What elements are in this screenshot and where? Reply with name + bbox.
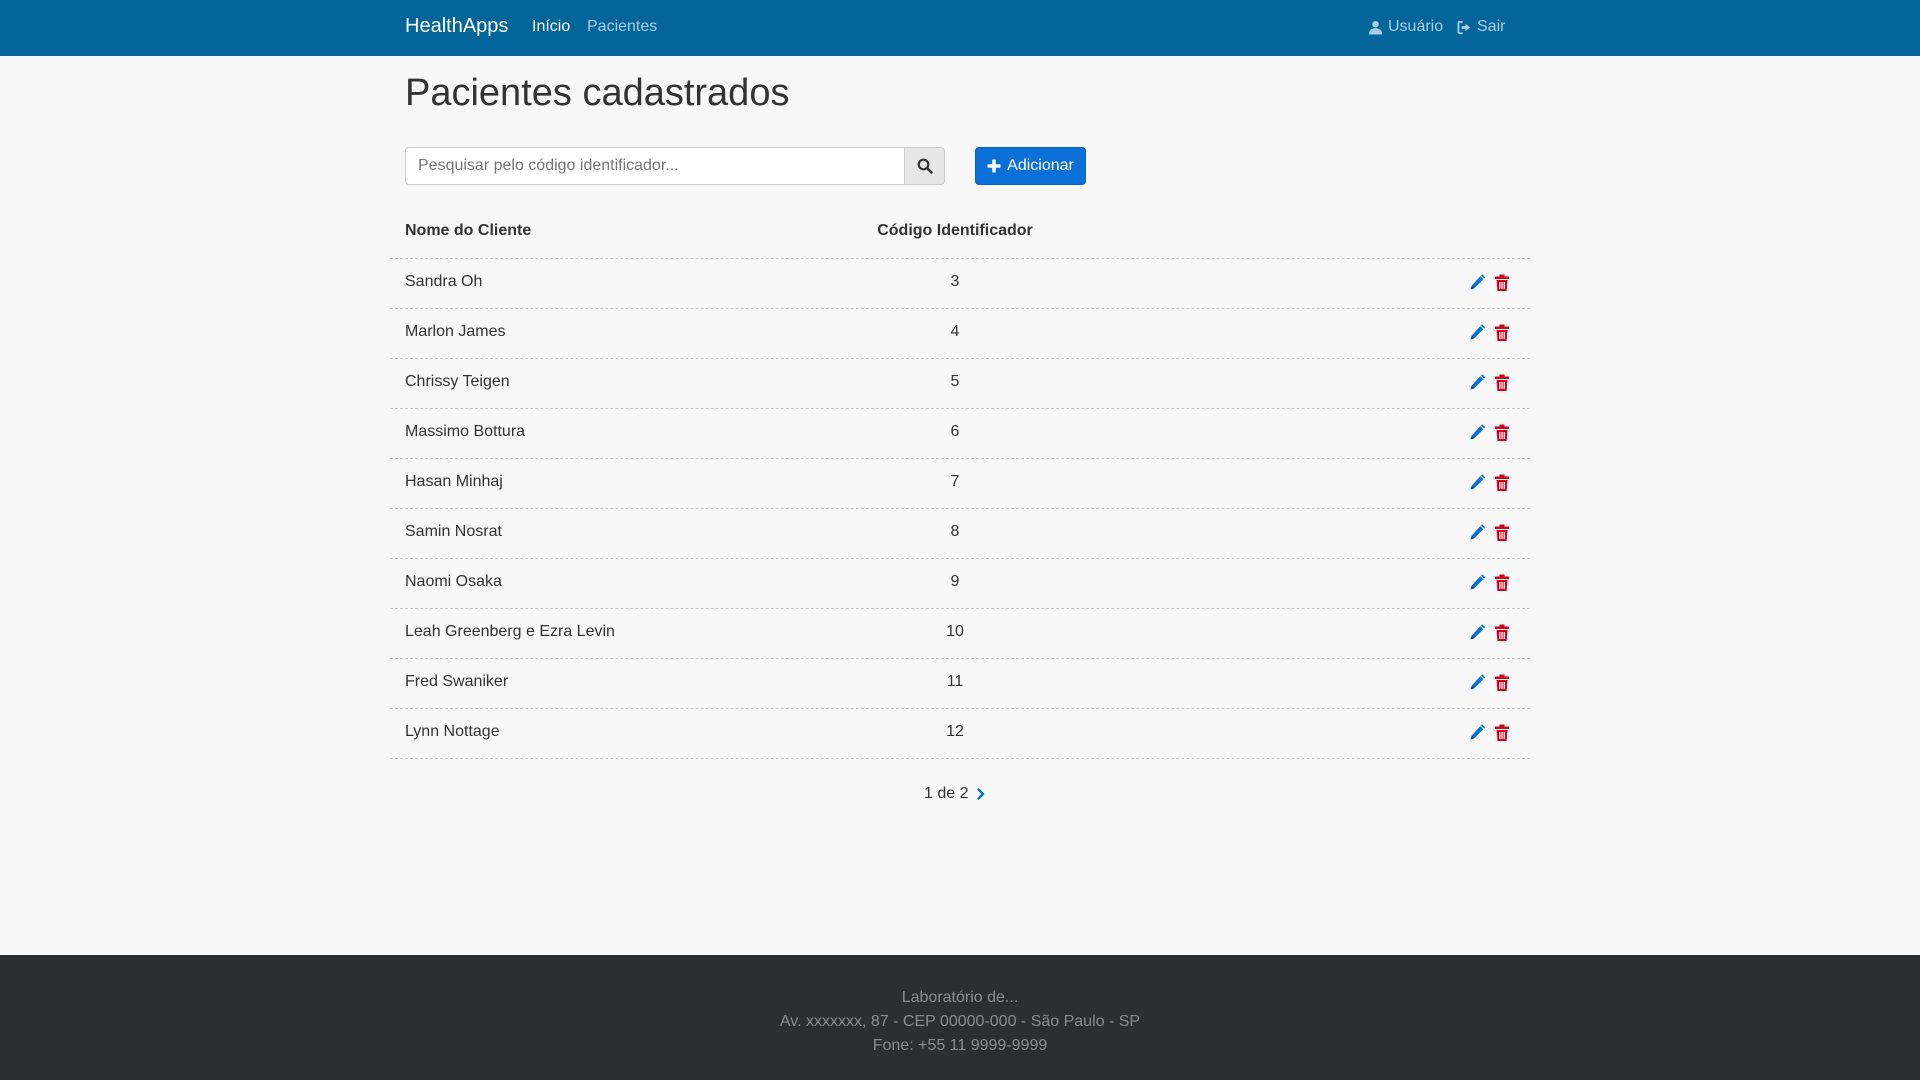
row-actions bbox=[1469, 474, 1510, 492]
pagination: 1 de 2 bbox=[924, 785, 986, 803]
row-actions bbox=[1469, 624, 1510, 642]
search-button[interactable] bbox=[904, 147, 945, 185]
add-button[interactable]: Adicionar bbox=[975, 147, 1086, 185]
table-body: Sandra Oh 3 Marlon James 4 Chrissy Teigen 5 Ma… bbox=[390, 259, 1530, 759]
search-input[interactable] bbox=[405, 147, 904, 185]
patient-name: Massimo Bottura bbox=[405, 423, 526, 440]
table-row: Marlon James 4 bbox=[390, 309, 1530, 359]
patient-code: 4 bbox=[950, 323, 960, 340]
patient-code: 5 bbox=[950, 373, 960, 390]
patient-code: 6 bbox=[950, 423, 960, 440]
row-actions bbox=[1469, 274, 1510, 292]
row-actions bbox=[1469, 574, 1510, 592]
trash-icon[interactable] bbox=[1494, 724, 1510, 742]
nav-link-pacientes[interactable]: Pacientes bbox=[587, 18, 657, 36]
table-row: Lynn Nottage 12 bbox=[390, 709, 1530, 759]
search-bar bbox=[405, 147, 945, 185]
table-row: Samin Nosrat 8 bbox=[390, 509, 1530, 559]
patient-code: 11 bbox=[946, 673, 964, 690]
search-icon bbox=[917, 158, 933, 174]
edit-icon[interactable] bbox=[1469, 524, 1485, 542]
patient-name: Chrissy Teigen bbox=[405, 373, 510, 390]
add-button-label: Adicionar bbox=[1007, 157, 1074, 174]
row-actions bbox=[1469, 674, 1510, 692]
trash-icon[interactable] bbox=[1494, 574, 1510, 592]
trash-icon[interactable] bbox=[1494, 274, 1510, 292]
sign-out-icon bbox=[1457, 20, 1471, 34]
table-header: Nome do Cliente Código Identificador bbox=[390, 208, 1530, 259]
row-actions bbox=[1469, 724, 1510, 742]
patient-code: 10 bbox=[946, 623, 964, 640]
user-menu[interactable]: Usuário bbox=[1368, 18, 1443, 36]
patient-name: Hasan Minhaj bbox=[405, 473, 503, 490]
patient-code: 9 bbox=[950, 573, 960, 590]
footer-phone: Fone: +55 11 9999-9999 bbox=[872, 1037, 1048, 1054]
table-row: Chrissy Teigen 5 bbox=[390, 359, 1530, 409]
trash-icon[interactable] bbox=[1494, 674, 1510, 692]
edit-icon[interactable] bbox=[1469, 724, 1485, 742]
row-actions bbox=[1469, 424, 1510, 442]
trash-icon[interactable] bbox=[1494, 624, 1510, 642]
chevron-right-icon[interactable] bbox=[976, 788, 986, 800]
trash-icon[interactable] bbox=[1494, 324, 1510, 342]
edit-icon[interactable] bbox=[1469, 474, 1485, 492]
edit-icon[interactable] bbox=[1469, 574, 1485, 592]
table-row: Fred Swaniker 11 bbox=[390, 659, 1530, 709]
row-actions bbox=[1469, 374, 1510, 392]
row-actions bbox=[1469, 324, 1510, 342]
edit-icon[interactable] bbox=[1469, 274, 1485, 292]
trash-icon[interactable] bbox=[1494, 374, 1510, 392]
top-navbar: HealthApps Início Pacientes Usuário Sair bbox=[0, 0, 1920, 56]
plus-icon bbox=[987, 159, 1001, 173]
patient-code: 12 bbox=[946, 723, 964, 740]
patient-name: Marlon James bbox=[405, 323, 506, 340]
patient-name: Sandra Oh bbox=[405, 273, 483, 290]
patient-code: 8 bbox=[950, 523, 960, 540]
nav-link-inicio[interactable]: Início bbox=[532, 18, 570, 36]
edit-icon[interactable] bbox=[1469, 374, 1485, 392]
footer-lab-name: Laboratório de... bbox=[901, 989, 1019, 1006]
footer-address: Av. xxxxxxx, 87 - CEP 00000-000 - São Pa… bbox=[779, 1013, 1141, 1030]
footer: Laboratório de... Av. xxxxxxx, 87 - CEP … bbox=[0, 955, 1920, 1080]
pagination-label: 1 de 2 bbox=[924, 785, 969, 802]
patient-name: Leah Greenberg e Ezra Levin bbox=[405, 623, 615, 640]
row-actions bbox=[1469, 524, 1510, 542]
trash-icon[interactable] bbox=[1494, 424, 1510, 442]
edit-icon[interactable] bbox=[1469, 624, 1485, 642]
patient-code: 3 bbox=[950, 273, 960, 290]
user-label: Usuário bbox=[1388, 18, 1444, 35]
brand-link[interactable]: HealthApps bbox=[405, 15, 508, 38]
patient-name: Samin Nosrat bbox=[405, 523, 502, 540]
table-row: Sandra Oh 3 bbox=[390, 259, 1530, 309]
table-row: Leah Greenberg e Ezra Levin 10 bbox=[390, 609, 1530, 659]
logout-label: Sair bbox=[1477, 18, 1506, 35]
logout-link[interactable]: Sair bbox=[1457, 18, 1505, 36]
edit-icon[interactable] bbox=[1469, 324, 1485, 342]
user-icon bbox=[1368, 20, 1383, 35]
page-title: Pacientes cadastrados bbox=[405, 72, 790, 114]
trash-icon[interactable] bbox=[1494, 474, 1510, 492]
table-row: Massimo Bottura 6 bbox=[390, 409, 1530, 459]
patient-code: 7 bbox=[950, 473, 960, 490]
edit-icon[interactable] bbox=[1469, 674, 1485, 692]
table-row: Hasan Minhaj 7 bbox=[390, 459, 1530, 509]
patient-name: Naomi Osaka bbox=[405, 573, 502, 590]
table-row: Naomi Osaka 9 bbox=[390, 559, 1530, 609]
trash-icon[interactable] bbox=[1494, 524, 1510, 542]
column-header-code: Código Identificador bbox=[877, 222, 1033, 239]
column-header-name: Nome do Cliente bbox=[405, 222, 532, 239]
patients-table: Nome do Cliente Código Identificador San… bbox=[390, 208, 1530, 759]
edit-icon[interactable] bbox=[1469, 424, 1485, 442]
patient-name: Lynn Nottage bbox=[405, 723, 500, 740]
patient-name: Fred Swaniker bbox=[405, 673, 509, 690]
